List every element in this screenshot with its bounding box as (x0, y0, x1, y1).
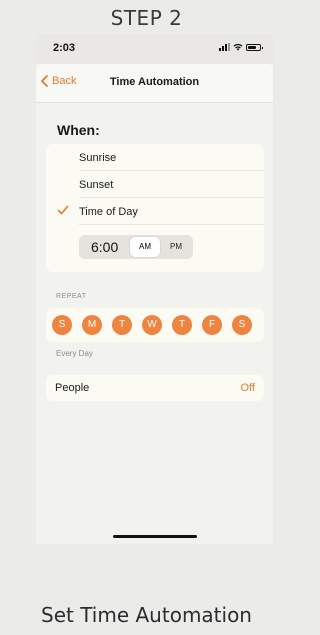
pm-toggle[interactable]: PM (162, 237, 190, 257)
repeat-label: REPEAT (56, 293, 87, 300)
wifi-icon (233, 43, 243, 51)
day-friday[interactable]: F (202, 315, 222, 335)
when-heading: When: (57, 122, 100, 138)
option-label: Time of Day (79, 206, 138, 218)
battery-icon (246, 44, 263, 51)
option-sunset[interactable]: Sunset (46, 171, 264, 198)
repeat-days: S M T W T F S (46, 308, 264, 342)
phone-screen: 2:03 Back Time Automation When: Sunrise (36, 34, 273, 544)
day-sunday[interactable]: S (52, 315, 72, 335)
day-tuesday[interactable]: T (112, 315, 132, 335)
caption: Set Time Automation (41, 603, 252, 627)
time-picker: 6:00 AM PM (79, 235, 193, 259)
am-toggle[interactable]: AM (130, 237, 160, 257)
people-row[interactable]: People Off (46, 375, 264, 401)
option-time-of-day[interactable]: Time of Day (46, 198, 264, 225)
status-time: 2:03 (53, 42, 76, 54)
option-label: Sunrise (79, 152, 117, 164)
option-label: Sunset (79, 179, 114, 191)
time-value[interactable]: 6:00 (91, 239, 118, 255)
signal-icon (219, 43, 230, 51)
day-wednesday[interactable]: W (142, 315, 162, 335)
navigation-bar: Back Time Automation (36, 64, 273, 103)
people-value: Off (240, 382, 255, 394)
people-label: People (55, 382, 90, 394)
status-icons (219, 43, 263, 51)
divider (79, 224, 264, 225)
option-sunrise[interactable]: Sunrise (46, 144, 264, 171)
day-thursday[interactable]: T (172, 315, 192, 335)
repeat-summary: Every Day (56, 349, 93, 358)
page-title: Time Automation (109, 76, 200, 88)
home-indicator (113, 535, 197, 538)
status-bar: 2:03 (36, 34, 273, 64)
when-options-card: Sunrise Sunset Time of Day 6:00 AM PM (46, 144, 264, 272)
day-saturday[interactable]: S (232, 315, 252, 335)
checkmark-icon (57, 205, 69, 215)
step-title: STEP 2 (110, 6, 183, 30)
day-monday[interactable]: M (82, 315, 102, 335)
